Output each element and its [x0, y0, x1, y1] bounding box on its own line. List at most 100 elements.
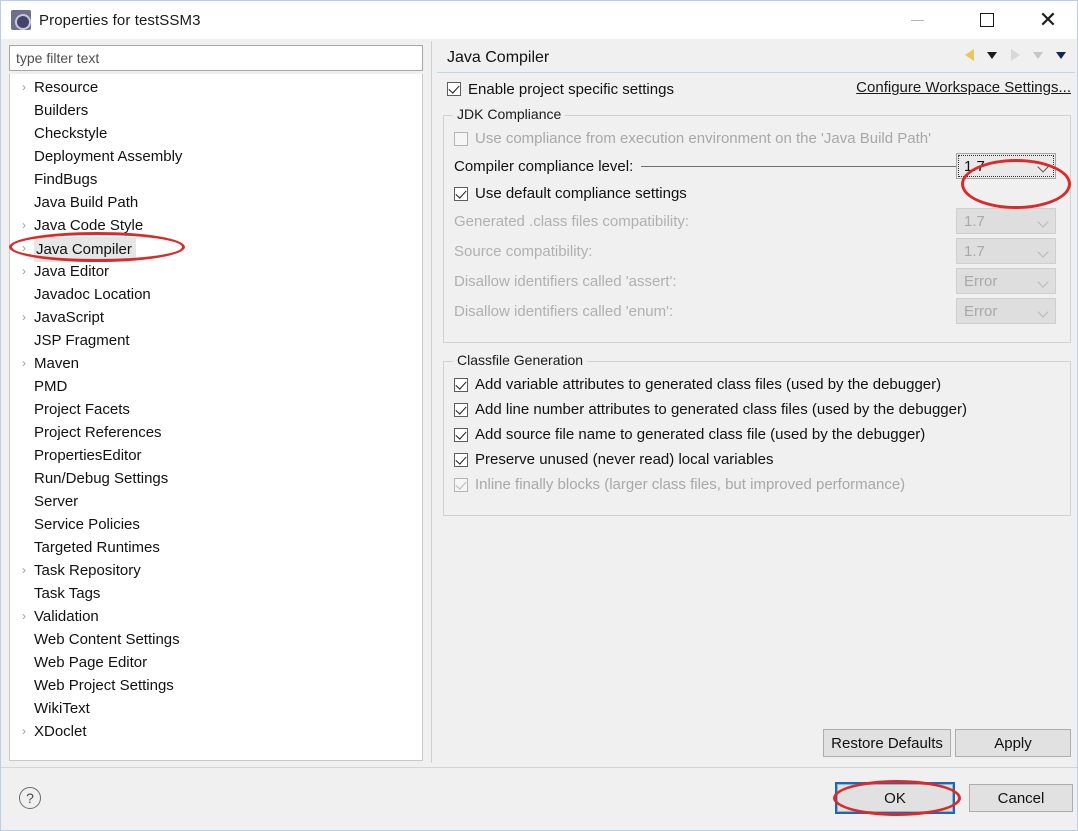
tree-item-project-references[interactable]: Project References: [10, 421, 422, 444]
back-history-chevron-down-icon[interactable]: [982, 45, 1002, 65]
classfile-option-2-checkbox[interactable]: [454, 427, 468, 442]
chevron-right-icon[interactable]: ›: [22, 260, 32, 283]
filter-input[interactable]: [9, 45, 423, 71]
use-default-compliance-row: Use default compliance settings: [454, 181, 1060, 206]
disallow-identifiers-called-enum-combo: Error: [956, 298, 1056, 324]
tree-item-maven[interactable]: › Maven: [10, 352, 422, 375]
tree-item-task-tags[interactable]: Task Tags: [10, 582, 422, 605]
classfile-option-1-label: Add line number attributes to generated …: [475, 401, 967, 418]
chevron-right-icon[interactable]: ›: [22, 720, 32, 743]
apply-button[interactable]: Apply: [955, 729, 1071, 757]
source-compatibility-combo: 1.7: [956, 238, 1056, 264]
tree-item-web-project-settings[interactable]: Web Project Settings: [10, 674, 422, 697]
tree-item-label: Java Build Path: [34, 194, 139, 211]
disallow-identifiers-called-enum-label: Disallow identifiers called 'enum':: [454, 302, 674, 320]
tree-item-label: Server: [34, 493, 79, 510]
tree-item-project-facets[interactable]: Project Facets: [10, 398, 422, 421]
chevron-down-icon: [1037, 161, 1049, 173]
page-header: Java Compiler: [437, 43, 1075, 73]
tree-item-label: Java Editor: [34, 263, 110, 280]
tree-item-label: JavaScript: [34, 309, 105, 326]
tree-item-label: FindBugs: [34, 171, 98, 188]
classfile-option-1-checkbox[interactable]: [454, 402, 468, 417]
restore-defaults-button[interactable]: Restore Defaults: [823, 729, 951, 757]
back-arrow-icon[interactable]: [959, 45, 979, 65]
chevron-right-icon[interactable]: ›: [22, 559, 32, 582]
generated-class-files-compatibility-combo: 1.7: [956, 208, 1056, 234]
maximize-icon: [980, 13, 994, 27]
tree-item-javadoc-location[interactable]: Javadoc Location: [10, 283, 422, 306]
use-default-compliance-checkbox[interactable]: [454, 186, 468, 201]
configure-workspace-settings-link[interactable]: Configure Workspace Settings...: [856, 79, 1071, 96]
tree-item-builders[interactable]: Builders: [10, 99, 422, 122]
title-bar: Properties for testSSM3 ✕: [1, 1, 1077, 39]
tree-item-propertieseditor[interactable]: PropertiesEditor: [10, 444, 422, 467]
cancel-button[interactable]: Cancel: [969, 784, 1073, 812]
maximize-button[interactable]: [964, 1, 1010, 39]
enable-project-specific-checkbox[interactable]: [447, 82, 461, 96]
tree-item-java-compiler[interactable]: › Java Compiler: [10, 237, 422, 262]
disallow-identifiers-called-enum-value: Error: [964, 302, 998, 320]
window-title: Properties for testSSM3: [39, 11, 201, 29]
compiler-compliance-level-combo[interactable]: 1.7: [956, 153, 1056, 179]
chevron-down-icon: [1037, 246, 1049, 258]
classfile-option-4-row: Inline finally blocks (larger class file…: [454, 472, 1060, 497]
compiler-compliance-level-row: Compiler compliance level: 1.7: [454, 151, 1060, 181]
tree-item-jsp-fragment[interactable]: JSP Fragment: [10, 329, 422, 352]
tree-item-validation[interactable]: › Validation: [10, 605, 422, 628]
chevron-right-icon[interactable]: ›: [22, 214, 32, 237]
chevron-right-icon[interactable]: ›: [22, 306, 32, 329]
close-button[interactable]: ✕: [1025, 1, 1071, 39]
tree-item-wikitext[interactable]: WikiText: [10, 697, 422, 720]
tree-item-label: Resource: [34, 79, 99, 96]
tree-item-java-code-style[interactable]: › Java Code Style: [10, 214, 422, 237]
tree-item-label: Builders: [34, 102, 89, 119]
tree-item-task-repository[interactable]: › Task Repository: [10, 559, 422, 582]
tree-item-xdoclet[interactable]: › XDoclet: [10, 720, 422, 743]
eclipse-gear-icon: [11, 10, 31, 30]
tree-item-label: Run/Debug Settings: [34, 470, 169, 487]
tree-item-label: Web Page Editor: [34, 654, 148, 671]
tree-item-server[interactable]: Server: [10, 490, 422, 513]
tree-item-checkstyle[interactable]: Checkstyle: [10, 122, 422, 145]
tree-item-label: WikiText: [34, 700, 90, 717]
tree-item-javascript[interactable]: › JavaScript: [10, 306, 422, 329]
classfile-option-3-row: Preserve unused (never read) local varia…: [454, 447, 1060, 472]
ok-button[interactable]: OK: [837, 784, 953, 812]
tree-item-findbugs[interactable]: FindBugs: [10, 168, 422, 191]
tree-item-java-editor[interactable]: › Java Editor: [10, 260, 422, 283]
tree-item-label: Validation: [34, 608, 99, 625]
compiler-compliance-level-label: Compiler compliance level:: [454, 157, 634, 175]
tree-item-label: Checkstyle: [34, 125, 108, 142]
tree-item-pmd[interactable]: PMD: [10, 375, 422, 398]
tree-item-web-content-settings[interactable]: Web Content Settings: [10, 628, 422, 651]
view-menu-chevron-down-icon[interactable]: [1051, 45, 1071, 65]
tree-item-label: Task Tags: [34, 585, 101, 602]
tree-item-java-build-path[interactable]: Java Build Path: [10, 191, 422, 214]
settings-page: Java Compiler Enable project specific se…: [437, 43, 1075, 763]
minimize-button[interactable]: [894, 1, 940, 39]
tree-item-service-policies[interactable]: Service Policies: [10, 513, 422, 536]
generated-class-files-compatibility-row: Generated .class files compatibility: 1.7: [454, 206, 1060, 236]
question-mark-icon[interactable]: ?: [19, 787, 41, 809]
tree-item-web-page-editor[interactable]: Web Page Editor: [10, 651, 422, 674]
chevron-right-icon[interactable]: ›: [22, 76, 32, 99]
classfile-option-0-row: Add variable attributes to generated cla…: [454, 372, 1060, 397]
footer-divider: [1, 767, 1077, 768]
tree-item-label: Maven: [34, 355, 80, 372]
tree-item-run-debug-settings[interactable]: Run/Debug Settings: [10, 467, 422, 490]
chevron-right-icon[interactable]: ›: [22, 237, 32, 260]
chevron-right-icon[interactable]: ›: [22, 352, 32, 375]
tree-item-label: Service Policies: [34, 516, 140, 533]
tree-item-targeted-runtimes[interactable]: Targeted Runtimes: [10, 536, 422, 559]
jdk-compliance-group-title: JDK Compliance: [453, 106, 566, 122]
settings-tree[interactable]: › Resource Builders Checkstyle Deployment As…: [9, 74, 423, 761]
tree-item-resource[interactable]: › Resource: [10, 76, 422, 99]
classfile-option-3-checkbox[interactable]: [454, 452, 468, 467]
classfile-option-4-checkbox: [454, 477, 468, 492]
classfile-option-0-checkbox[interactable]: [454, 377, 468, 392]
classfile-option-3-label: Preserve unused (never read) local varia…: [475, 451, 774, 468]
chevron-right-icon[interactable]: ›: [22, 605, 32, 628]
chevron-down-icon: [1037, 276, 1049, 288]
tree-item-deployment-assembly[interactable]: Deployment Assembly: [10, 145, 422, 168]
